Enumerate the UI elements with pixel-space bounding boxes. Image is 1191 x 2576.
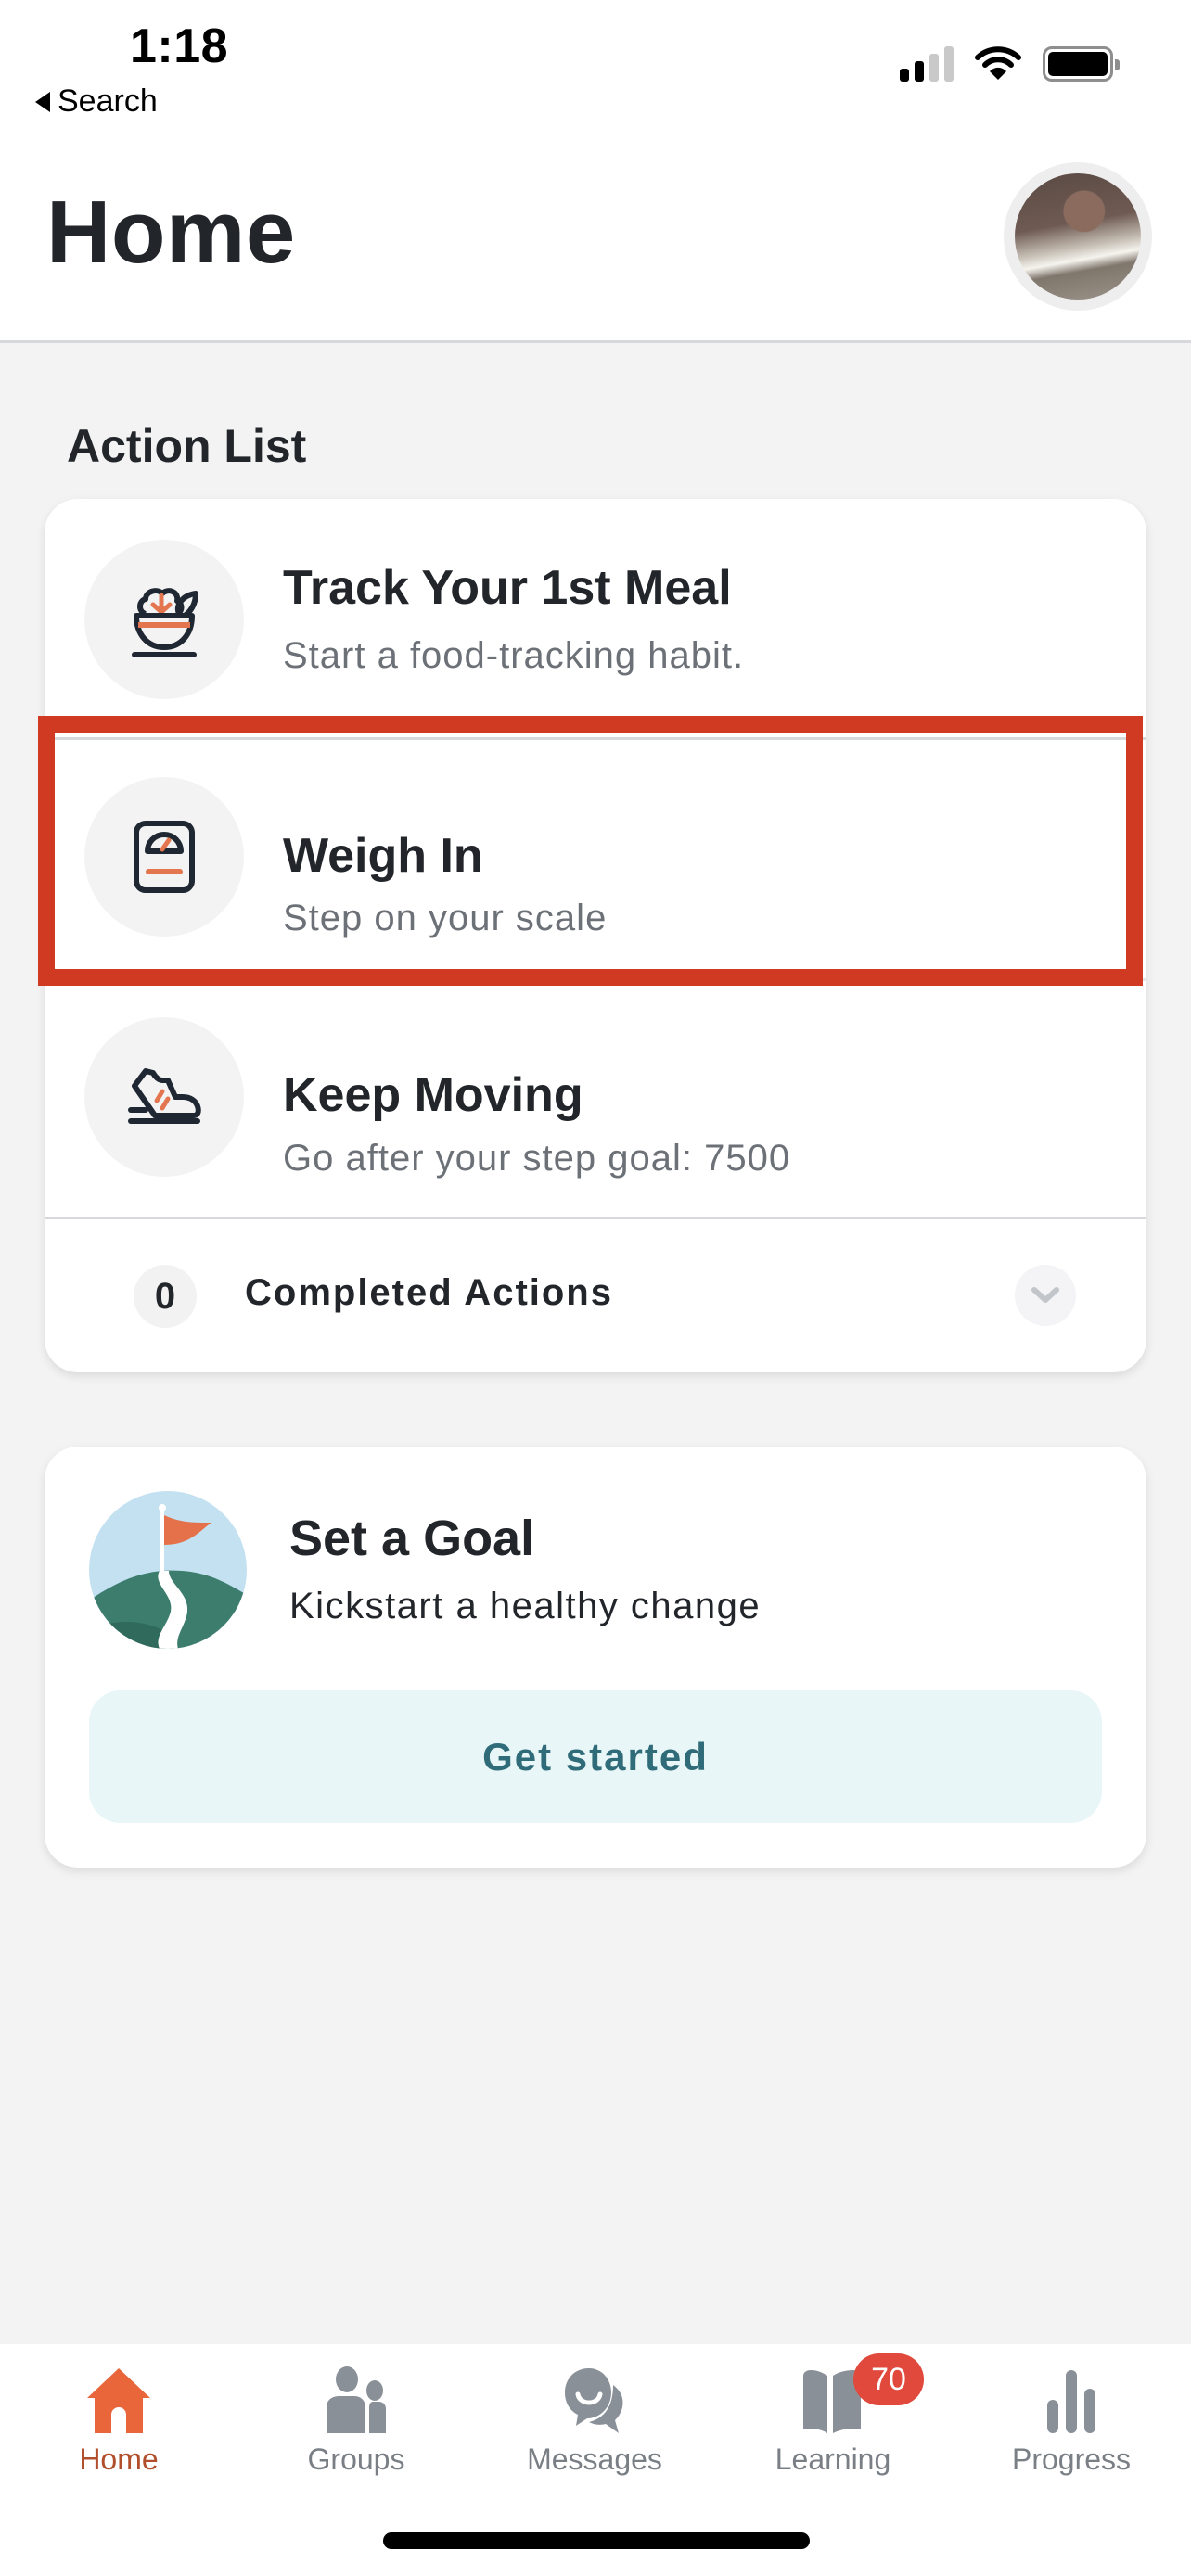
back-search-label: Search (58, 83, 158, 119)
action-subtitle: Go after your step goal: 7500 (283, 1138, 791, 1179)
flag-on-hill-icon (89, 1491, 247, 1649)
scale-icon (84, 777, 244, 937)
tab-groups[interactable]: Groups (237, 2344, 475, 2502)
status-icons (900, 45, 1120, 82)
tab-label: Home (79, 2442, 159, 2476)
action-title: Weigh In (283, 829, 483, 883)
completed-actions-toggle[interactable]: 0 Completed Actions (45, 1217, 1146, 1372)
header: 1:18 Search Home (0, 0, 1191, 343)
battery-icon (1043, 46, 1120, 82)
completed-count-badge: 0 (134, 1265, 197, 1328)
learning-notification-badge: 70 (853, 2353, 924, 2405)
sneaker-icon (84, 1017, 244, 1177)
tab-label: Messages (527, 2442, 662, 2476)
tab-label: Learning (775, 2442, 891, 2476)
wifi-icon (975, 46, 1021, 80)
action-title: Keep Moving (283, 1068, 583, 1122)
home-indicator (383, 2532, 810, 2549)
expand-completed-button[interactable] (1015, 1265, 1076, 1326)
messages-icon (565, 2368, 623, 2433)
profile-avatar-button[interactable] (1004, 162, 1152, 311)
action-title: Track Your 1st Meal (283, 561, 732, 615)
action-item-keep-moving[interactable]: Keep Moving Go after your step goal: 750… (45, 978, 1146, 1217)
avatar (1015, 173, 1141, 300)
action-list-heading: Action List (67, 420, 307, 472)
action-item-weigh-in[interactable]: Weigh In Step on your scale (45, 740, 1146, 978)
completed-actions-label: Completed Actions (245, 1272, 613, 1313)
page-title: Home (46, 183, 296, 282)
tab-label: Progress (1011, 2442, 1132, 2476)
chevron-down-icon (1031, 1287, 1059, 1303)
action-item-track-meal[interactable]: Track Your 1st Meal Start a food-trackin… (45, 499, 1146, 737)
tab-messages[interactable]: Messages (476, 2344, 713, 2502)
groups-icon (327, 2366, 386, 2433)
cellular-signal-icon (900, 45, 954, 82)
set-goal-card: Set a Goal Kickstart a healthy change Ge… (45, 1447, 1146, 1868)
get-started-button[interactable]: Get started (89, 1690, 1102, 1823)
goal-title: Set a Goal (289, 1511, 535, 1566)
back-to-search-link[interactable]: Search (35, 83, 158, 120)
action-subtitle: Step on your scale (283, 898, 608, 938)
tab-progress[interactable]: Progress (953, 2344, 1190, 2502)
status-time: 1:18 (130, 19, 229, 73)
action-subtitle: Start a food-tracking habit. (283, 635, 745, 676)
tab-home[interactable]: Home (0, 2344, 237, 2502)
goal-subtitle: Kickstart a healthy change (289, 1586, 762, 1626)
bar-chart-icon (1047, 2370, 1095, 2433)
tab-label: Groups (307, 2442, 405, 2476)
back-triangle-icon (35, 91, 50, 112)
salad-bowl-icon (84, 540, 244, 699)
action-list-card: Track Your 1st Meal Start a food-trackin… (45, 499, 1146, 1372)
home-icon (87, 2368, 150, 2433)
